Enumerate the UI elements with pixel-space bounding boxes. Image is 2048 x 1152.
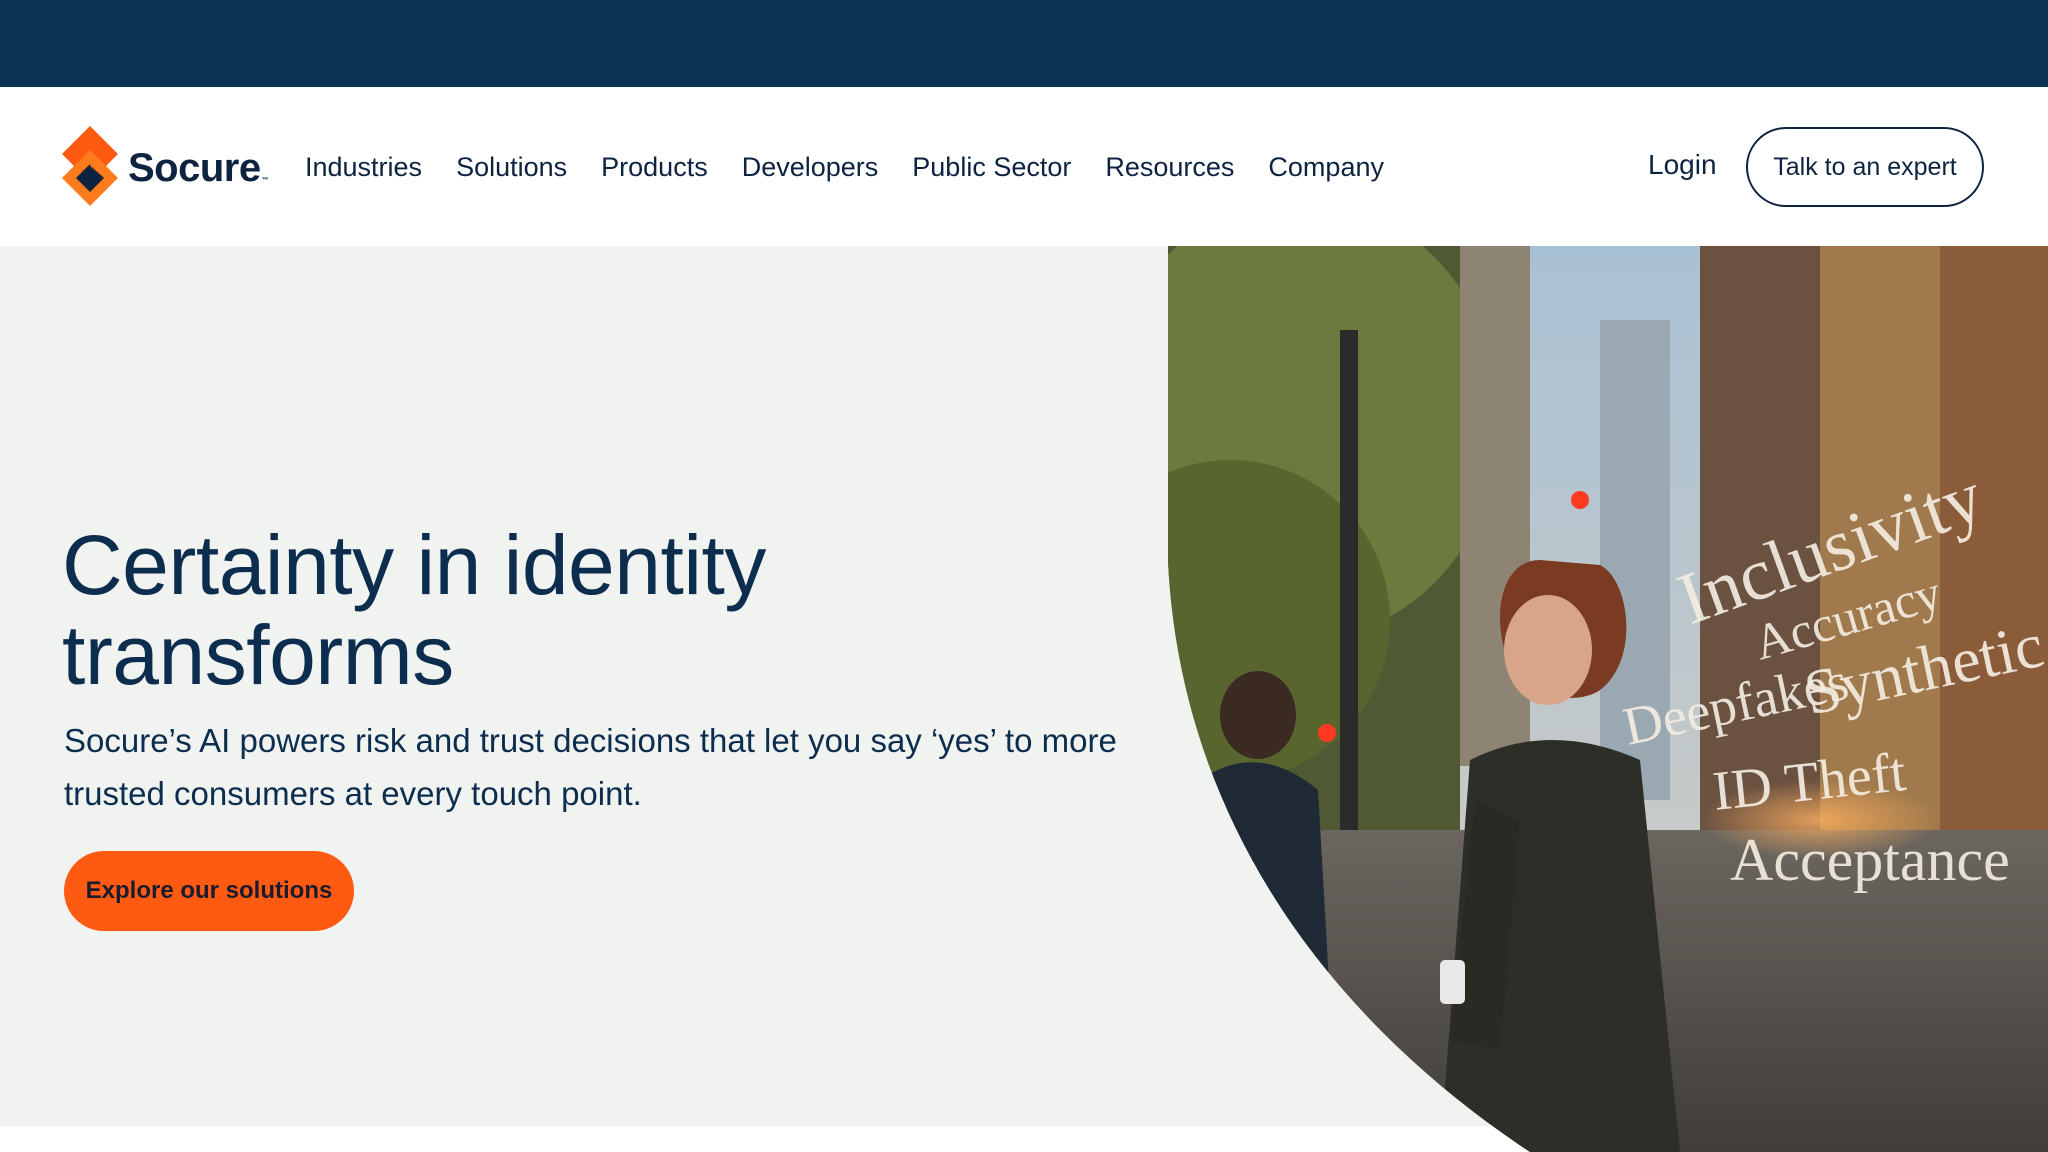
nav-item-resources[interactable]: Resources: [1105, 152, 1234, 183]
login-link[interactable]: Login: [1648, 149, 1717, 181]
nav-item-industries[interactable]: Industries: [305, 152, 422, 183]
hero-title-line-2: transforms: [62, 608, 454, 702]
nav-item-solutions[interactable]: Solutions: [456, 152, 567, 183]
logo-wordmark: Socure: [128, 145, 261, 190]
hero-title-line-1: Certainty in identity: [62, 518, 766, 612]
hero-title: Certainty in identity transforms: [62, 520, 962, 700]
primary-menu: Industries Solutions Products Developers…: [305, 139, 1418, 195]
nav-item-products[interactable]: Products: [601, 152, 708, 183]
socure-diamond-icon: [62, 126, 118, 206]
nav-item-public-sector[interactable]: Public Sector: [912, 152, 1071, 183]
socure-logo[interactable]: Socure ™: [62, 125, 269, 207]
explore-solutions-button[interactable]: Explore our solutions: [64, 851, 354, 931]
talk-to-expert-button[interactable]: Talk to an expert: [1746, 127, 1984, 207]
hero-subtitle: Socure’s AI powers risk and trust decisi…: [64, 722, 1117, 812]
top-banner: [0, 0, 2048, 87]
main-navigation: Socure ™ Industries Solutions Products D…: [0, 87, 2048, 246]
logo-trademark: ™: [261, 176, 269, 184]
hero-bottom-edge: [0, 1126, 2048, 1152]
nav-item-developers[interactable]: Developers: [742, 152, 879, 183]
nav-item-company[interactable]: Company: [1268, 152, 1384, 183]
